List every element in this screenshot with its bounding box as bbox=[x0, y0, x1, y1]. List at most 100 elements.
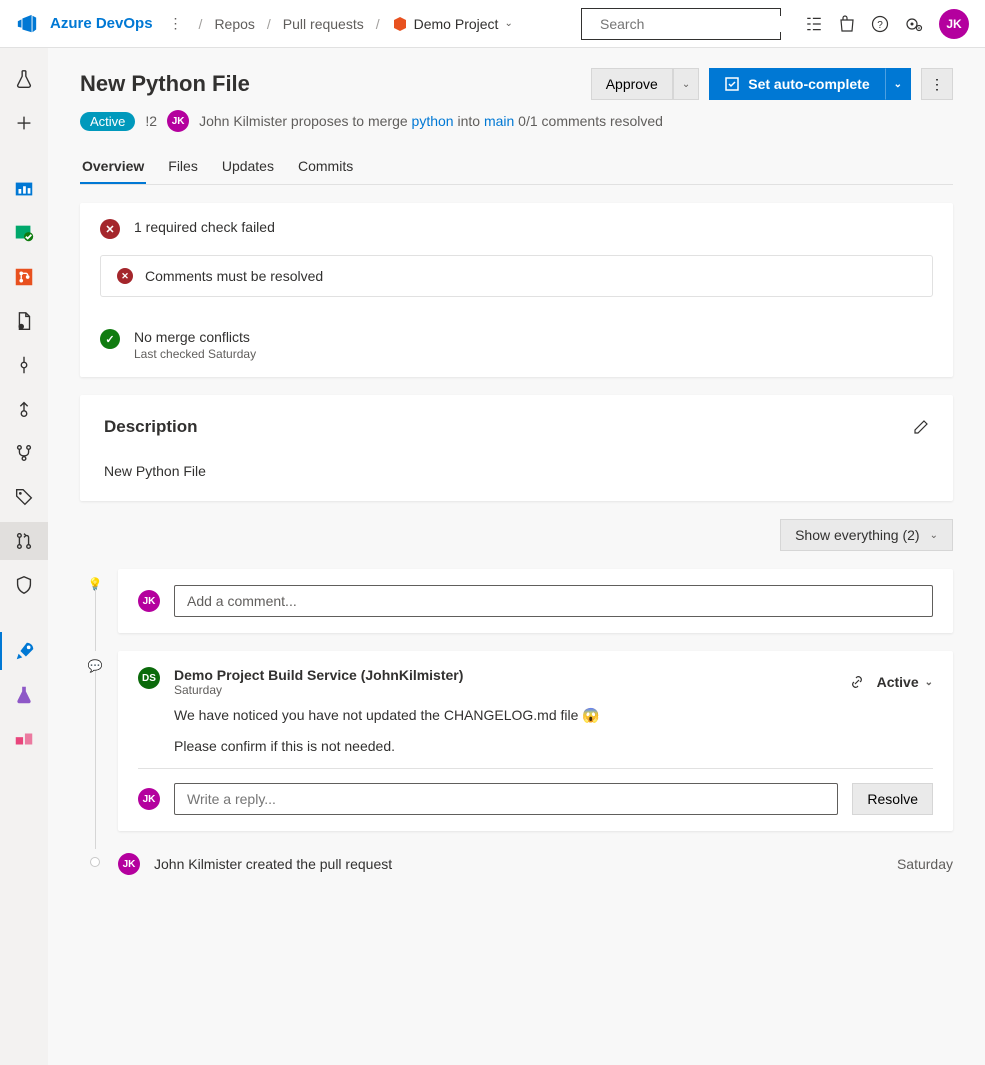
help-icon[interactable]: ? bbox=[871, 15, 889, 33]
flask-icon bbox=[13, 68, 35, 90]
plus-icon bbox=[13, 112, 35, 134]
chevron-down-icon: ⌄ bbox=[504, 18, 512, 29]
show-everything-dropdown[interactable]: Show everything (2) ⌄ bbox=[780, 519, 953, 551]
propose-text: John Kilmister proposes to merge python … bbox=[199, 113, 663, 129]
user-avatar[interactable]: JK bbox=[939, 9, 969, 39]
sidebar-flask[interactable] bbox=[0, 60, 48, 98]
chevron-down-icon: ⌄ bbox=[682, 79, 690, 90]
comment-icon: 💬 bbox=[88, 659, 103, 831]
approve-dropdown[interactable]: ⌄ bbox=[673, 68, 699, 100]
tab-overview[interactable]: Overview bbox=[80, 150, 146, 184]
sidebar-boards[interactable] bbox=[0, 214, 48, 252]
comment-card: DS Demo Project Build Service (JohnKilmi… bbox=[118, 651, 953, 831]
sidebar-commits[interactable] bbox=[0, 346, 48, 384]
comment-line: We have noticed you have not updated the… bbox=[174, 707, 933, 724]
breadcrumb-sep: / bbox=[267, 16, 271, 32]
sidebar-branches[interactable] bbox=[0, 434, 48, 472]
error-icon: ✕ bbox=[100, 219, 120, 239]
sidebar-pull-requests[interactable] bbox=[0, 522, 48, 560]
success-icon: ✓ bbox=[100, 329, 120, 349]
breadcrumb-repos[interactable]: Repos bbox=[214, 16, 254, 32]
sidebar-pipelines[interactable] bbox=[0, 632, 48, 670]
user-avatar: JK bbox=[138, 788, 160, 810]
search-box[interactable] bbox=[581, 8, 781, 40]
sidebar-files[interactable] bbox=[0, 302, 48, 340]
sidebar-tags[interactable] bbox=[0, 478, 48, 516]
add-comment-input[interactable] bbox=[174, 585, 933, 617]
error-icon: ✕ bbox=[117, 268, 133, 284]
approve-button-group: Approve ⌄ bbox=[591, 68, 700, 100]
timeline: 💡 JK 💬 DS Demo Project Build Service (Jo… bbox=[88, 569, 953, 879]
reply-input[interactable] bbox=[174, 783, 838, 815]
breadcrumb-sep: / bbox=[376, 16, 380, 32]
breadcrumb-project[interactable]: Demo Project ⌄ bbox=[392, 16, 513, 32]
comment-time: Saturday bbox=[174, 683, 835, 697]
sidebar-dashboard[interactable] bbox=[0, 170, 48, 208]
top-bar: Azure DevOps ⋮ / Repos / Pull requests /… bbox=[0, 0, 985, 48]
src-branch-link[interactable]: python bbox=[412, 113, 454, 129]
rocket-icon bbox=[14, 640, 36, 662]
link-icon[interactable] bbox=[849, 674, 865, 690]
breadcrumb-pulls[interactable]: Pull requests bbox=[283, 16, 364, 32]
author-avatar: JK bbox=[167, 110, 189, 132]
artifacts-icon bbox=[13, 728, 35, 750]
history-time: Saturday bbox=[897, 856, 953, 872]
user-avatar: JK bbox=[118, 853, 140, 875]
dst-branch-link[interactable]: main bbox=[484, 113, 514, 129]
sidebar-artifacts[interactable] bbox=[0, 720, 48, 758]
sidebar-testplans[interactable] bbox=[0, 676, 48, 714]
file-icon bbox=[13, 310, 35, 332]
azure-devops-logo bbox=[16, 13, 38, 35]
tab-files[interactable]: Files bbox=[166, 150, 200, 184]
history-text: John Kilmister created the pull request bbox=[154, 856, 883, 872]
add-comment-card: JK bbox=[118, 569, 953, 633]
repos-icon bbox=[13, 266, 35, 288]
description-card: Description New Python File bbox=[80, 395, 953, 501]
no-conflicts-text: No merge conflicts bbox=[134, 329, 256, 345]
comment-author: Demo Project Build Service (JohnKilmiste… bbox=[174, 667, 835, 683]
commit-icon bbox=[13, 354, 35, 376]
comment-line: Please confirm if this is not needed. bbox=[174, 738, 933, 754]
more-menu-icon[interactable]: ⋮ bbox=[165, 11, 187, 36]
comment-status-dropdown[interactable]: Active ⌄ bbox=[877, 674, 933, 690]
pr-icon bbox=[13, 530, 35, 552]
tag-icon bbox=[13, 486, 35, 508]
autocomplete-button[interactable]: Set auto-complete bbox=[709, 68, 884, 100]
resolve-button[interactable]: Resolve bbox=[852, 783, 933, 815]
more-actions-button[interactable]: ⋮ bbox=[921, 68, 953, 100]
page-title: New Python File bbox=[80, 71, 581, 97]
search-input[interactable] bbox=[600, 16, 781, 32]
checks-card: ✕ 1 required check failed ✕ Comments mus… bbox=[80, 203, 953, 377]
approve-button[interactable]: Approve bbox=[591, 68, 673, 100]
sidebar bbox=[0, 48, 48, 1065]
tab-updates[interactable]: Updates bbox=[220, 150, 276, 184]
branch-icon bbox=[13, 442, 35, 464]
last-checked-text: Last checked Saturday bbox=[134, 347, 256, 361]
marketplace-icon[interactable] bbox=[839, 15, 855, 33]
sidebar-pushes[interactable] bbox=[0, 390, 48, 428]
description-body: New Python File bbox=[104, 463, 929, 479]
svg-text:?: ? bbox=[877, 20, 883, 31]
chevron-down-icon: ⌄ bbox=[925, 677, 933, 688]
main-content: New Python File Approve ⌄ Set auto-compl… bbox=[48, 48, 985, 1065]
breadcrumb-sep: / bbox=[199, 16, 203, 32]
project-name: Demo Project bbox=[414, 16, 499, 32]
sidebar-repos[interactable] bbox=[0, 258, 48, 296]
tabs: Overview Files Updates Commits bbox=[80, 150, 953, 185]
edit-icon[interactable] bbox=[913, 419, 929, 435]
chevron-down-icon: ⌄ bbox=[930, 530, 938, 541]
settings-icon[interactable] bbox=[905, 15, 923, 33]
autocomplete-dropdown[interactable]: ⌄ bbox=[885, 68, 911, 100]
testplan-icon bbox=[13, 684, 35, 706]
brand-label[interactable]: Azure DevOps bbox=[50, 15, 153, 32]
sidebar-add[interactable] bbox=[0, 104, 48, 142]
pr-id: !2 bbox=[145, 113, 157, 129]
tasks-icon[interactable] bbox=[805, 15, 823, 33]
sidebar-security[interactable] bbox=[0, 566, 48, 604]
check-failed-text: 1 required check failed bbox=[134, 219, 275, 235]
chevron-down-icon: ⌄ bbox=[894, 79, 902, 90]
boards-icon bbox=[13, 222, 35, 244]
dashboard-icon bbox=[13, 178, 35, 200]
check-nested: ✕ Comments must be resolved bbox=[100, 255, 933, 297]
tab-commits[interactable]: Commits bbox=[296, 150, 355, 184]
